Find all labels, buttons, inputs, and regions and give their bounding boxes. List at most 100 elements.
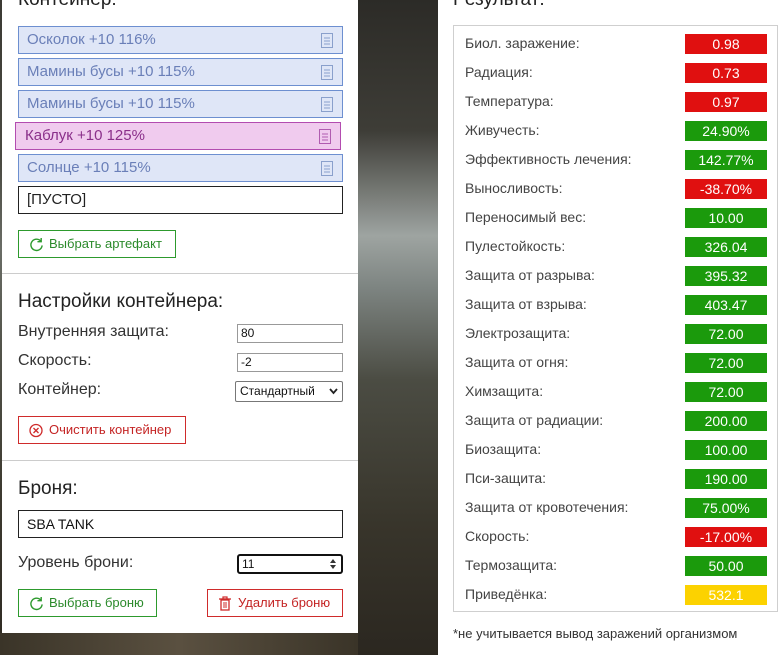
refresh-icon bbox=[30, 596, 43, 611]
result-label: Защита от разрыва: bbox=[465, 267, 595, 283]
result-row: Выносливость: -38.70% bbox=[465, 179, 770, 199]
result-value: 395.32 bbox=[685, 266, 767, 286]
result-row: Переносимый вес: 10.00 bbox=[465, 208, 770, 228]
result-label: Приведёнка: bbox=[465, 586, 548, 602]
result-row: Пси-защита: 190.00 bbox=[465, 469, 770, 489]
clear-container-button[interactable]: Очистить контейнер bbox=[18, 416, 186, 444]
result-value: 0.73 bbox=[685, 63, 767, 83]
select-artifact-button[interactable]: Выбрать артефакт bbox=[18, 230, 176, 258]
result-value: 72.00 bbox=[685, 382, 767, 402]
result-row: Радиация: 0.73 bbox=[465, 63, 770, 83]
document-icon[interactable] bbox=[321, 33, 333, 48]
clear-container-label: Очистить контейнер bbox=[49, 422, 172, 437]
result-row: Живучесть: 24.90% bbox=[465, 121, 770, 141]
result-label: Выносливость: bbox=[465, 180, 563, 196]
result-row: Химзащита: 72.00 bbox=[465, 382, 770, 402]
result-value: 100.00 bbox=[685, 440, 767, 460]
result-value: 10.00 bbox=[685, 208, 767, 228]
result-value: 326.04 bbox=[685, 237, 767, 257]
result-row: Биозащита: 100.00 bbox=[465, 440, 770, 460]
result-row: Электрозащита: 72.00 bbox=[465, 324, 770, 344]
result-label: Пулестойкость: bbox=[465, 238, 566, 254]
artifact-slot-label: Каблук +10 125% bbox=[25, 127, 145, 144]
result-value: 0.97 bbox=[685, 92, 767, 112]
delete-armor-button[interactable]: Удалить броню bbox=[207, 589, 343, 617]
result-value: -17.00% bbox=[685, 527, 767, 547]
armor-title: Броня: bbox=[18, 478, 78, 499]
armor-level-input[interactable]: 11 bbox=[237, 554, 343, 574]
result-value: 0.98 bbox=[685, 34, 767, 54]
artifact-slot-6-empty[interactable]: [ПУСТО] bbox=[18, 186, 343, 214]
result-label: Электрозащита: bbox=[465, 325, 571, 341]
result-label: Защита от радиации: bbox=[465, 412, 604, 428]
result-label: Эффективность лечения: bbox=[465, 151, 632, 167]
artifact-slot-5[interactable]: Солнце +10 115% bbox=[18, 154, 343, 182]
refresh-icon bbox=[30, 237, 43, 252]
result-label: Защита от кровотечения: bbox=[465, 499, 629, 515]
result-label: Переносимый вес: bbox=[465, 209, 587, 225]
artifact-slot-label: Солнце +10 115% bbox=[27, 159, 151, 176]
divider bbox=[2, 460, 358, 461]
settings-title: Настройки контейнера: bbox=[18, 291, 224, 312]
result-value: 75.00% bbox=[685, 498, 767, 518]
background-scenery bbox=[358, 0, 438, 655]
trash-icon bbox=[219, 596, 231, 611]
result-value: 532.1 bbox=[685, 585, 767, 605]
artifact-slot-4-selected[interactable]: Каблук +10 125% bbox=[15, 122, 341, 150]
document-icon[interactable] bbox=[319, 129, 331, 144]
result-label: Живучесть: bbox=[465, 122, 540, 138]
result-value: 403.47 bbox=[685, 295, 767, 315]
result-value: 50.00 bbox=[685, 556, 767, 576]
delete-armor-label: Удалить броню bbox=[238, 595, 331, 610]
result-row: Термозащита: 50.00 bbox=[465, 556, 770, 576]
document-icon[interactable] bbox=[321, 161, 333, 176]
inner-protection-input[interactable]: 80 bbox=[237, 324, 343, 343]
result-label: Химзащита: bbox=[465, 383, 544, 399]
artifact-slot-1[interactable]: Осколок +10 116% bbox=[18, 26, 343, 54]
close-circle-icon bbox=[29, 423, 43, 438]
artifact-slot-3[interactable]: Мамины бусы +10 115% bbox=[18, 90, 343, 118]
background-scenery-bottom bbox=[0, 633, 358, 655]
result-row: Защита от кровотечения: 75.00% bbox=[465, 498, 770, 518]
document-icon[interactable] bbox=[321, 97, 333, 112]
result-label: Термозащита: bbox=[465, 557, 558, 573]
chevron-down-icon bbox=[329, 388, 338, 395]
result-row: Защита от огня: 72.00 bbox=[465, 353, 770, 373]
select-artifact-label: Выбрать артефакт bbox=[49, 236, 162, 251]
result-value: 72.00 bbox=[685, 353, 767, 373]
speed-input[interactable]: -2 bbox=[237, 353, 343, 372]
result-row: Скорость: -17.00% bbox=[465, 527, 770, 547]
result-value: 200.00 bbox=[685, 411, 767, 431]
container-title: Контейнер: bbox=[18, 0, 117, 11]
result-label: Защита от взрыва: bbox=[465, 296, 587, 312]
builder-panel: Контейнер: Осколок +10 116% Мамины бусы … bbox=[2, 0, 358, 633]
result-row: Биол. заражение: 0.98 bbox=[465, 34, 770, 54]
result-row: Приведёнка: 532.1 bbox=[465, 585, 770, 605]
armor-level-label: Уровень брони: bbox=[18, 554, 134, 571]
inner-protection-label: Внутренняя защита: bbox=[18, 323, 169, 340]
container-type-value: Стандартный bbox=[240, 384, 315, 398]
artifact-slot-label: Мамины бусы +10 115% bbox=[27, 95, 195, 112]
select-armor-label: Выбрать броню bbox=[49, 595, 144, 610]
result-table: Биол. заражение: 0.98 Радиация: 0.73 Темпе… bbox=[453, 25, 778, 612]
result-row: Защита от взрыва: 403.47 bbox=[465, 295, 770, 315]
container-type-select[interactable]: Стандартный bbox=[235, 381, 343, 402]
spinner-icon[interactable] bbox=[329, 558, 337, 570]
armor-name-field[interactable]: SBA TANK bbox=[18, 510, 343, 538]
artifact-slot-label: [ПУСТО] bbox=[27, 191, 87, 208]
select-armor-button[interactable]: Выбрать броню bbox=[18, 589, 157, 617]
artifact-slot-label: Мамины бусы +10 115% bbox=[27, 63, 195, 80]
document-icon[interactable] bbox=[321, 65, 333, 80]
result-label: Скорость: bbox=[465, 528, 530, 544]
result-value: 72.00 bbox=[685, 324, 767, 344]
result-label: Температура: bbox=[465, 93, 554, 109]
result-label: Биол. заражение: bbox=[465, 35, 580, 51]
result-value: 24.90% bbox=[685, 121, 767, 141]
result-row: Температура: 0.97 bbox=[465, 92, 770, 112]
result-row: Защита от радиации: 200.00 bbox=[465, 411, 770, 431]
container-type-label: Контейнер: bbox=[18, 381, 102, 398]
speed-label: Скорость: bbox=[18, 352, 92, 369]
artifact-slot-2[interactable]: Мамины бусы +10 115% bbox=[18, 58, 343, 86]
armor-level-value: 11 bbox=[242, 557, 255, 571]
result-label: Биозащита: bbox=[465, 441, 542, 457]
